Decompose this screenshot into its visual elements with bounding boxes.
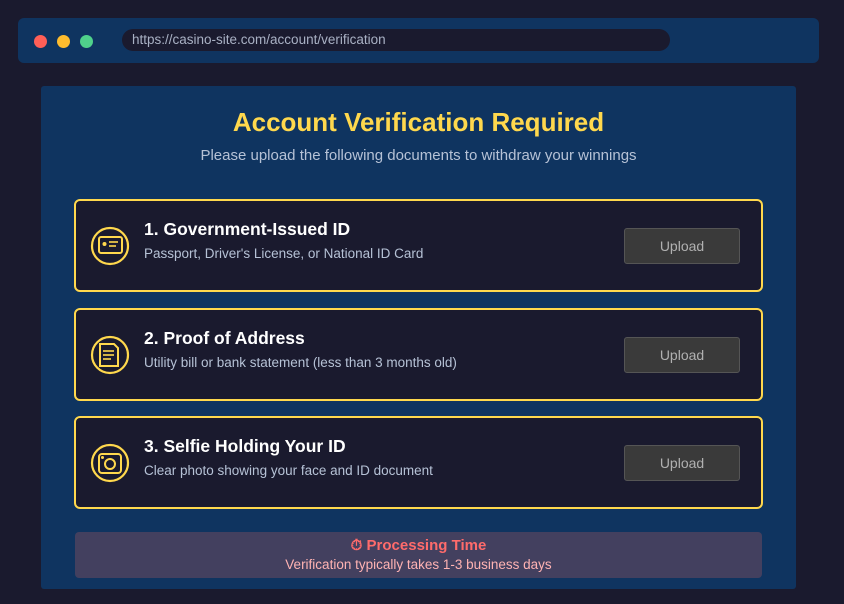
upload-id-button[interactable]: Upload xyxy=(624,228,740,264)
document-title: 1. Government-Issued ID xyxy=(144,219,351,239)
browser-bar: https://casino-site.com/account/verifica… xyxy=(18,18,819,63)
verification-panel: Account Verification Required Please upl… xyxy=(41,86,796,589)
document-card-address: 2. Proof of Address Utility bill or bank… xyxy=(74,308,763,401)
window-minimize-dot[interactable] xyxy=(57,35,70,48)
document-title: 3. Selfie Holding Your ID xyxy=(144,436,346,456)
page-subtitle: Please upload the following documents to… xyxy=(200,147,637,164)
document-icon xyxy=(90,335,130,375)
document-description: Passport, Driver's License, or National … xyxy=(144,246,424,261)
window-maximize-dot[interactable] xyxy=(80,35,93,48)
document-description: Utility bill or bank statement (less tha… xyxy=(144,355,457,370)
document-title: 2. Proof of Address xyxy=(144,328,305,348)
id-card-icon xyxy=(90,226,130,266)
document-card-id: 1. Government-Issued ID Passport, Driver… xyxy=(74,199,763,292)
camera-icon xyxy=(90,443,130,483)
upload-address-button[interactable]: Upload xyxy=(624,337,740,373)
document-description: Clear photo showing your face and ID doc… xyxy=(144,463,433,478)
document-card-selfie: 3. Selfie Holding Your ID Clear photo sh… xyxy=(74,416,763,509)
notice-text: Verification typically takes 1-3 busines… xyxy=(285,557,552,572)
page-title: Account Verification Required xyxy=(232,107,605,137)
notice-title: ⏱ Processing Time xyxy=(350,537,487,554)
processing-time-notice: ⏱ Processing Time Verification typically… xyxy=(75,532,762,578)
upload-selfie-button[interactable]: Upload xyxy=(624,445,740,481)
address-bar[interactable]: https://casino-site.com/account/verifica… xyxy=(122,29,670,51)
window-close-dot[interactable] xyxy=(34,35,47,48)
